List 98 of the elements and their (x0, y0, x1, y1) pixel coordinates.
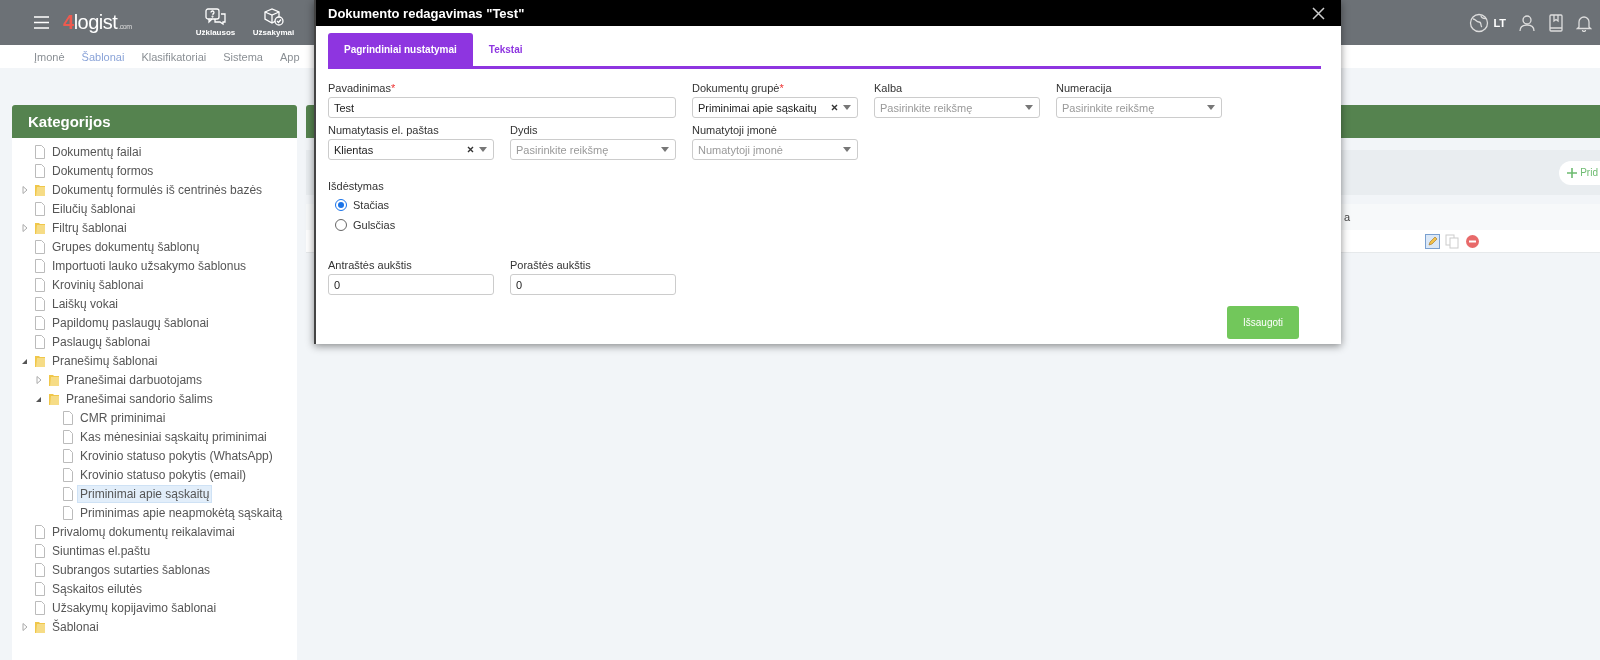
file-icon (34, 524, 46, 539)
file-icon (62, 486, 74, 501)
file-icon (62, 505, 74, 520)
tree-item[interactable]: Sąskaitos eilutės (49, 579, 146, 598)
select-field[interactable]: Priminimai apie sąskaitų (692, 97, 858, 118)
text-field[interactable]: Test (328, 97, 676, 118)
tree-item[interactable]: Filtrų šablonai (49, 218, 130, 237)
tree-item[interactable]: Papildomų paslaugų šablonai (49, 313, 212, 332)
field-label: Antraštės aukštis (328, 259, 413, 271)
tree-item[interactable]: Pranešimai darbuotojams (63, 370, 206, 389)
nav-link[interactable]: Užsakymai (252, 28, 295, 37)
plus-icon (1567, 167, 1578, 178)
language-button[interactable]: LT (1493, 16, 1506, 29)
close-icon[interactable] (1312, 6, 1325, 20)
file-icon (34, 201, 46, 216)
clear-icon[interactable] (467, 146, 474, 153)
tree-item[interactable]: Privalomų dokumentų reikalavimai (49, 522, 238, 541)
field-label: Dydis (510, 124, 539, 136)
file-icon (34, 562, 46, 577)
file-icon (34, 334, 46, 349)
tree-item[interactable]: Importuoti lauko užsakymo šablonus (49, 256, 250, 275)
tree-item[interactable]: Užsakymų kopijavimo šablonai (49, 598, 220, 617)
text-field[interactable]: 0 (328, 274, 494, 295)
file-icon (34, 277, 46, 292)
file-icon (34, 543, 46, 558)
radio-label: Stačias (353, 199, 390, 211)
menu-icon[interactable] (34, 16, 49, 29)
field-label: Išdėstymas (328, 180, 385, 192)
field-label: Numeracija (1056, 82, 1113, 94)
tree-item[interactable]: Dokumentų formulės iš centrinės bazės (49, 180, 266, 199)
bell-icon[interactable] (1576, 13, 1592, 32)
text-field[interactable]: 0 (510, 274, 676, 295)
expand-arrow-icon[interactable] (20, 184, 30, 195)
tree-item[interactable]: Eilučių šablonai (49, 199, 139, 218)
file-icon (34, 258, 46, 273)
file-icon (62, 410, 74, 425)
expand-arrow-icon[interactable] (20, 222, 30, 233)
field-label: Pavadinimas* (328, 82, 397, 94)
tree-item[interactable]: Šablonai (49, 617, 102, 636)
tree-item[interactable]: Dokumentų failai (49, 142, 145, 161)
caret-icon (843, 105, 851, 110)
folder-icon (34, 182, 46, 197)
file-icon (34, 581, 46, 596)
tree-item[interactable]: Krovinių šablonai (49, 275, 147, 294)
file-icon (34, 296, 46, 311)
field-label: Numatytoji įmonė (692, 124, 778, 136)
caret-icon (661, 147, 669, 152)
folder-icon (34, 619, 46, 634)
file-icon (34, 315, 46, 330)
file-icon (62, 467, 74, 482)
field-label: Kalba (874, 82, 904, 94)
dialog-title: Dokumento redagavimas "Test" (328, 5, 525, 21)
tree-item[interactable]: Subrangos sutarties šablonas (49, 560, 214, 579)
tree-item[interactable]: Krovinio statuso pokytis (WhatsApp) (77, 446, 276, 465)
tab[interactable]: Pagrindiniai nustatymai (328, 33, 473, 66)
file-icon (34, 163, 46, 178)
tree-item[interactable]: Pranešimų šablonai (49, 351, 161, 370)
clear-icon[interactable] (831, 104, 838, 111)
book-icon[interactable] (1548, 13, 1564, 32)
tree-item[interactable]: Siuntimas el.paštu (49, 541, 154, 560)
file-icon (34, 144, 46, 159)
expand-arrow-icon[interactable] (34, 374, 44, 385)
caret-icon (1207, 105, 1215, 110)
file-icon (34, 239, 46, 254)
tree-item[interactable]: Laiškų vokai (49, 294, 122, 313)
user-icon[interactable] (1518, 13, 1536, 32)
file-icon (34, 600, 46, 615)
tree-item[interactable]: Paslaugų šablonai (49, 332, 154, 351)
field-label: Dokumentų grupė* (692, 82, 785, 94)
expand-arrow-icon[interactable] (20, 621, 30, 632)
caret-icon (843, 147, 851, 152)
tree-item[interactable]: Priminimas apie neapmokėtą sąskaitą (77, 503, 286, 522)
folder-icon (48, 391, 60, 406)
tree-item[interactable]: Krovinio statuso pokytis (email) (77, 465, 250, 484)
panel-header: Kategorijos (12, 105, 297, 138)
tree-item[interactable]: CMR priminimai (77, 408, 169, 427)
tree-item[interactable]: Grupes dokumentų šablonų (49, 237, 203, 256)
delete-icon[interactable] (1465, 233, 1480, 249)
column-header: a (1344, 211, 1351, 223)
folder-icon (34, 353, 46, 368)
field-label: Poraštės aukštis (510, 259, 592, 271)
tree-item[interactable]: Kas mėnesiniai sąskaitų priminimai (77, 427, 270, 446)
tree-item[interactable]: Dokumentų formos (49, 161, 157, 180)
chat-question-icon (204, 8, 227, 26)
caret-icon (1025, 105, 1033, 110)
select-field[interactable]: Klientas (328, 139, 494, 160)
nav-link[interactable]: Užklausos (195, 28, 236, 37)
tree-item[interactable]: Priminimai apie sąskaitų (77, 484, 213, 503)
folder-icon (48, 372, 60, 387)
file-icon (62, 429, 74, 444)
box-check-icon (262, 8, 285, 26)
radio-label: Gulsčias (353, 219, 396, 231)
edit-icon[interactable] (1425, 233, 1440, 249)
folder-icon (34, 220, 46, 235)
caret-icon (479, 147, 487, 152)
field-label: Numatytasis el. paštas (328, 124, 440, 136)
file-icon (62, 448, 74, 463)
tree-item[interactable]: Pranešimai sandorio šalims (63, 389, 216, 408)
